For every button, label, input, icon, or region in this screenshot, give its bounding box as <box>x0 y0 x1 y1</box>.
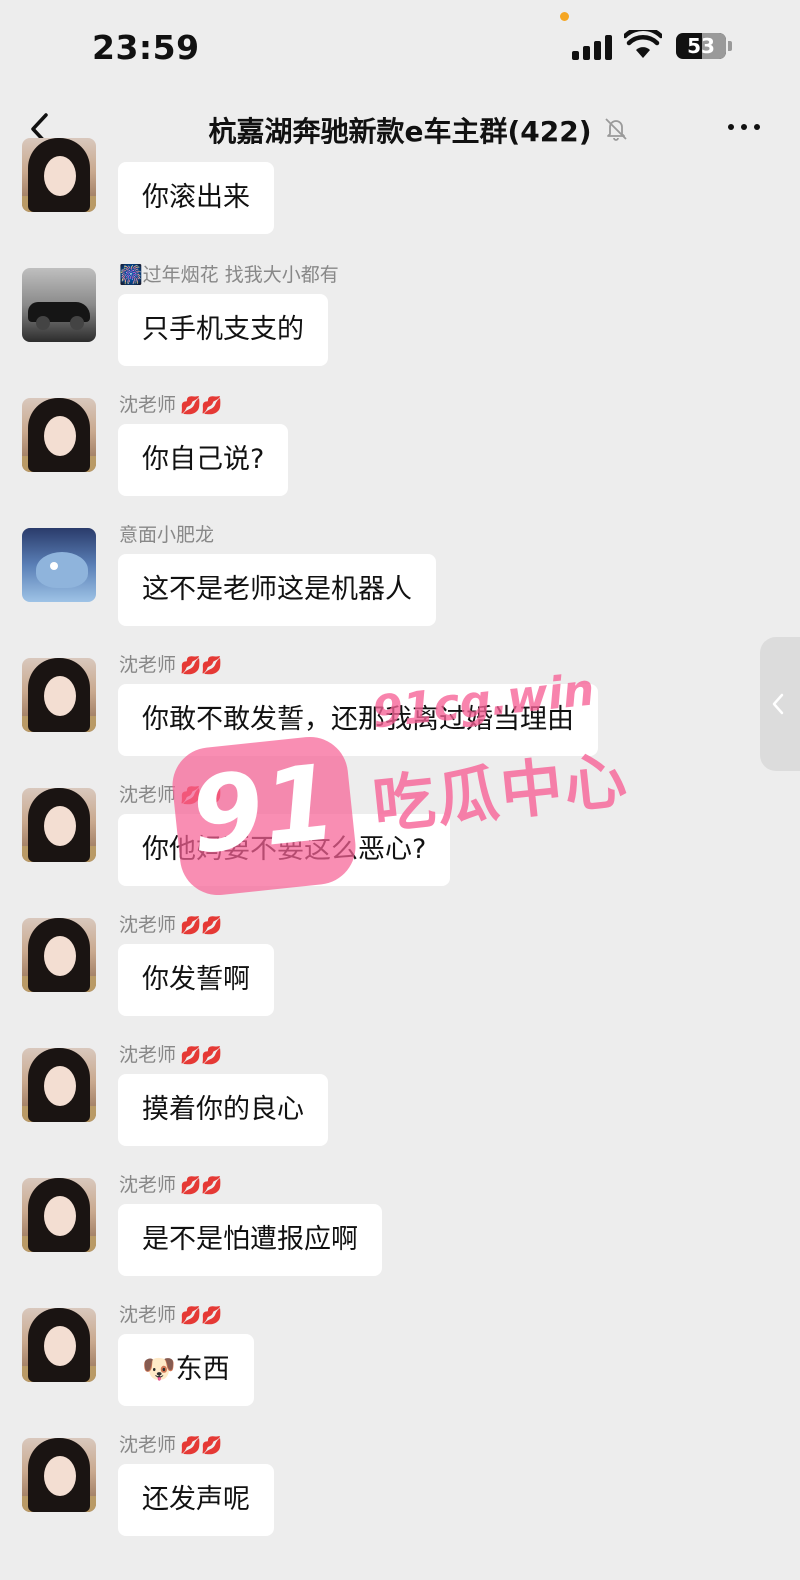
lips-emoji: 💋💋 <box>180 656 223 676</box>
sender-name-text: 沈老师 <box>119 1304 177 1326</box>
chevron-left-icon <box>772 693 784 715</box>
sender-name-text: 沈老师 <box>119 914 177 936</box>
message-bubble[interactable]: 只手机支支的 <box>118 294 328 366</box>
message-bubble[interactable]: 你发誓啊 <box>118 944 274 1016</box>
sender-name: 沈老师💋💋 <box>119 1300 222 1327</box>
message-bubble[interactable]: 是不是怕遭报应啊 <box>118 1204 382 1276</box>
cellular-signal-icon <box>572 34 614 60</box>
wifi-icon <box>624 30 662 58</box>
lips-emoji: 💋💋 <box>180 916 223 936</box>
sender-name-text: 沈老师 <box>119 394 177 416</box>
status-bar: 23:59 53 <box>0 0 800 96</box>
chat-title[interactable]: 杭嘉湖奔驰新款e车主群(422) <box>0 110 800 150</box>
message-bubble[interactable]: 还发声呢 <box>118 1464 274 1536</box>
sender-name-text: 🎆过年烟花 找我大小都有 <box>119 264 339 286</box>
avatar[interactable] <box>22 1308 96 1382</box>
avatar[interactable] <box>22 658 96 732</box>
lips-emoji: 💋💋 <box>180 1176 223 1196</box>
sender-name: 沈老师💋💋 <box>119 390 222 417</box>
lips-emoji: 💋💋 <box>180 1436 223 1456</box>
status-time: 23:59 <box>92 28 200 67</box>
sender-name: 沈老师💋💋 <box>119 650 222 677</box>
battery-icon: 53 <box>676 33 726 59</box>
watermark-badge-text: 91 <box>184 740 342 878</box>
avatar[interactable] <box>22 398 96 472</box>
sender-name-text: 沈老师 <box>119 1044 177 1066</box>
message-bubble[interactable]: 你自己说? <box>118 424 289 496</box>
avatar[interactable] <box>22 1438 96 1512</box>
lips-emoji: 💋💋 <box>180 396 223 416</box>
ellipsis-icon[interactable] <box>726 120 762 134</box>
sender-name-text: 沈老师 <box>119 1434 177 1456</box>
avatar[interactable] <box>22 788 96 862</box>
avatar[interactable] <box>22 918 96 992</box>
sender-name: 沈老师💋💋 <box>119 910 222 937</box>
side-drawer-handle[interactable] <box>760 637 800 771</box>
message-bubble[interactable]: 这不是老师这是机器人 <box>118 554 436 626</box>
avatar[interactable] <box>22 1178 96 1252</box>
watermark-url: 91cg.win <box>369 664 597 739</box>
sender-name: 沈老师💋💋 <box>119 1040 222 1067</box>
avatar[interactable] <box>22 268 96 342</box>
message-bubble[interactable]: 摸着你的良心 <box>118 1074 328 1146</box>
avatar[interactable] <box>22 1048 96 1122</box>
watermark: 91 91cg.win 吃瓜中心 <box>168 665 632 906</box>
watermark-badge: 91 <box>168 733 360 899</box>
sender-name-text: 沈老师 <box>119 1174 177 1196</box>
sender-name-text: 沈老师 <box>119 784 177 806</box>
lips-emoji: 💋💋 <box>180 1046 223 1066</box>
message-bubble[interactable]: 你滚出来 <box>118 162 274 234</box>
watermark-name: 吃瓜中心 <box>369 742 632 843</box>
sender-name-text: 沈老师 <box>119 654 177 676</box>
sender-name-text: 意面小肥龙 <box>119 524 215 546</box>
bell-slash-icon <box>605 118 627 141</box>
chat-header: 杭嘉湖奔驰新款e车主群(422) <box>0 96 800 162</box>
battery-cap <box>728 41 732 51</box>
battery-level: 53 <box>687 34 715 58</box>
chat-screen: 23:59 53 杭嘉湖奔驰新款e车主群(422) 你滚出来 🎆过年烟花 找我大… <box>0 0 800 1580</box>
message-bubble[interactable]: 🐶东西 <box>118 1334 254 1406</box>
sender-name: 意面小肥龙 <box>119 520 214 547</box>
sender-name: 🎆过年烟花 找我大小都有 <box>119 260 339 287</box>
privacy-indicator-dot <box>560 12 569 21</box>
sender-name: 沈老师💋💋 <box>119 1430 222 1457</box>
lips-emoji: 💋💋 <box>180 1306 223 1326</box>
avatar[interactable] <box>22 528 96 602</box>
sender-name: 沈老师💋💋 <box>119 1170 222 1197</box>
avatar[interactable] <box>22 138 96 212</box>
